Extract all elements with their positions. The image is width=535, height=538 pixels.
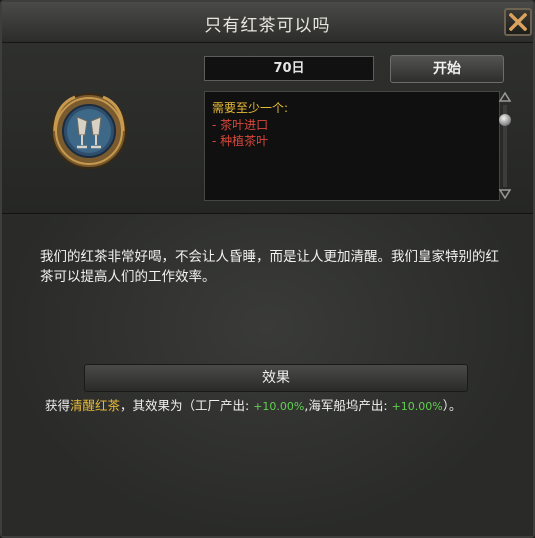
- scroll-up-arrow-icon[interactable]: [498, 91, 512, 103]
- decision-description: 我们的红茶非常好喝，不会让人昏睡，而是让人更加清醒。我们皇家特别的红茶可以提高人…: [40, 249, 499, 285]
- tea-cups-medal-icon: [51, 93, 127, 169]
- effect-section-header: 效果: [84, 364, 468, 392]
- effect-suffix: ）。: [442, 398, 462, 413]
- decision-window: 只有红茶可以吗 70日 开始 需要至少一个: - 茶叶进口 - 种植茶叶 我们的…: [0, 0, 535, 538]
- requirement-item: - 茶叶进口: [212, 118, 269, 132]
- decision-body-panel: 我们的红茶非常好喝，不会让人昏睡，而是让人更加清醒。我们皇家特别的红茶可以提高人…: [2, 214, 533, 536]
- requirement-item: - 种植茶叶: [212, 134, 269, 148]
- scroll-down-arrow-icon[interactable]: [498, 188, 512, 200]
- effect-middle: ，其效果为（工厂产出:: [120, 398, 254, 413]
- requirements-header: 需要至少一个:: [212, 101, 289, 115]
- scrollbar-thumb[interactable]: [499, 114, 511, 126]
- modifier-name[interactable]: 清醒红茶: [70, 398, 120, 413]
- dockyard-output-value: +10.00%: [391, 400, 443, 413]
- close-button[interactable]: [504, 8, 532, 36]
- duration-display: 70日: [204, 56, 374, 81]
- effect-separator: ,海军船坞产出:: [304, 398, 392, 413]
- factory-output-value: +10.00%: [253, 400, 305, 413]
- effect-description: 获得清醒红茶，其效果为（工厂产出: +10.00%,海军船坞产出: +10.00…: [45, 395, 462, 414]
- title-bar: 只有红茶可以吗: [2, 2, 533, 43]
- effect-prefix: 获得: [45, 398, 71, 413]
- requirements-box: 需要至少一个: - 茶叶进口 - 种植茶叶: [204, 91, 500, 201]
- close-icon: [509, 13, 527, 31]
- window-title: 只有红茶可以吗: [204, 16, 331, 36]
- decision-header-panel: 70日 开始 需要至少一个: - 茶叶进口 - 种植茶叶: [2, 43, 533, 214]
- start-button[interactable]: 开始: [390, 55, 504, 83]
